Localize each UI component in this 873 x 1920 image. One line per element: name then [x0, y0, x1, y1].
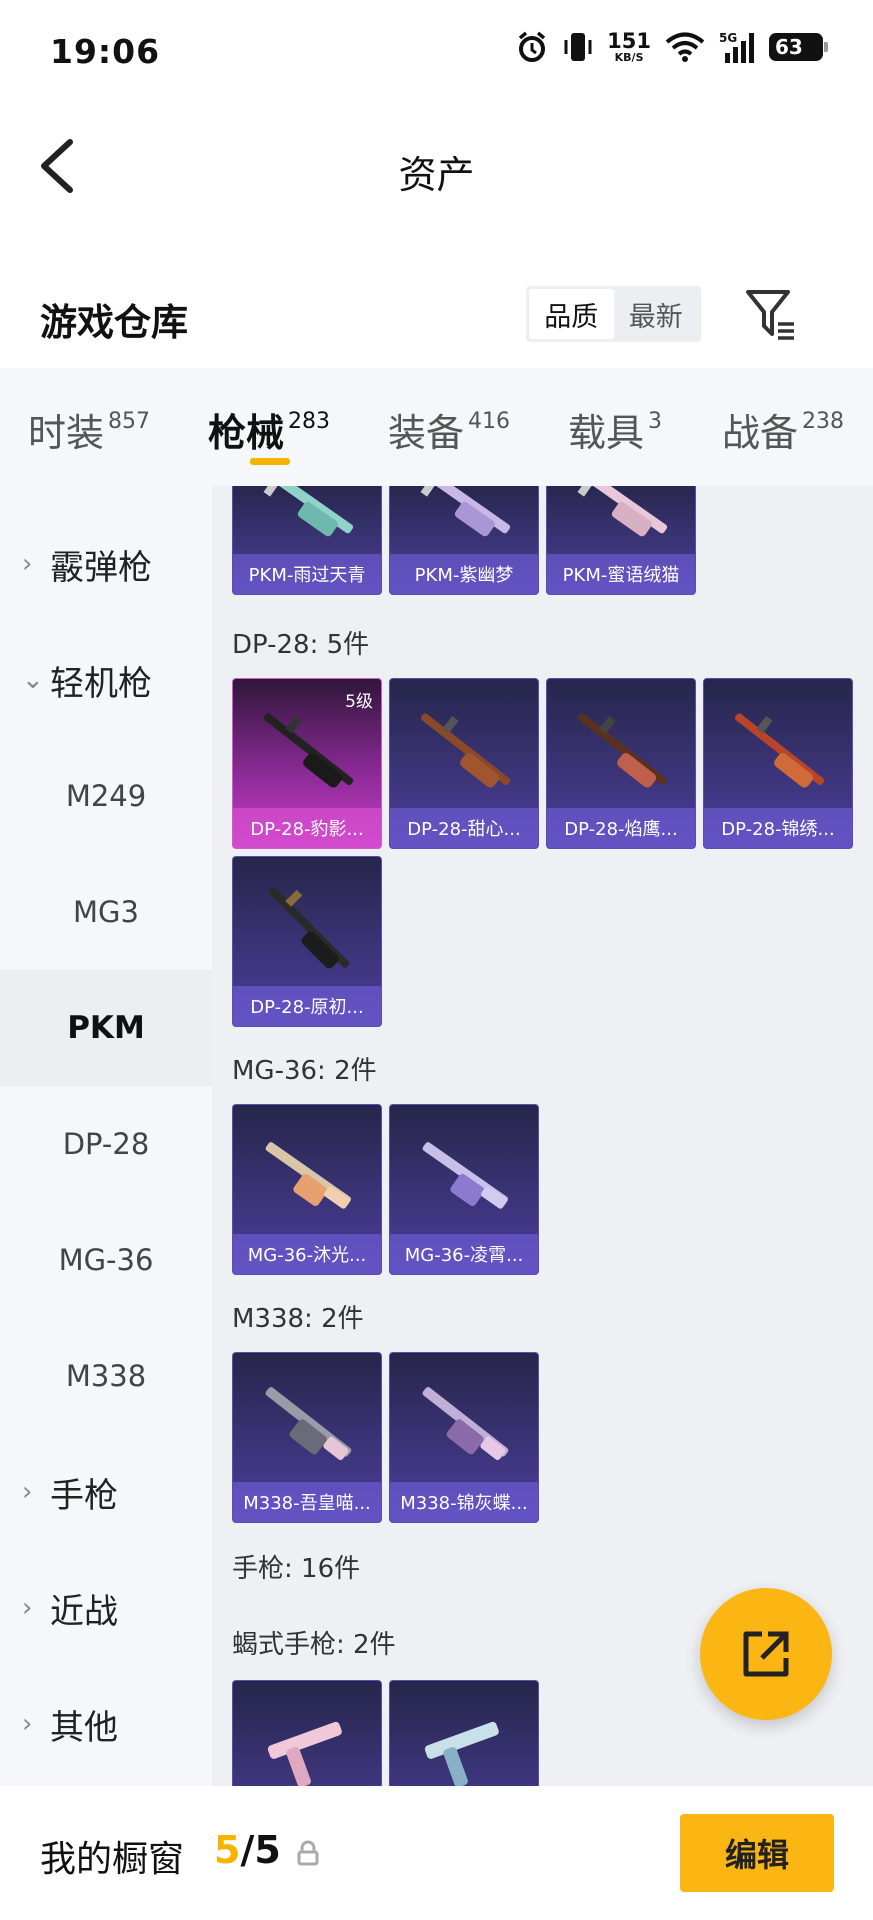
scorpion-row [232, 1680, 539, 1786]
weapon-card[interactable]: DP-28-锦绣... [703, 678, 853, 849]
sidebar-item-m338[interactable]: M338 [0, 1318, 212, 1434]
vibrate-icon [564, 33, 592, 61]
weapon-card[interactable]: MG-36-沐光... [232, 1104, 382, 1275]
sidebar-item-lmg[interactable]: ⌄ 轻机枪 [0, 622, 212, 738]
tab-supplies[interactable]: 战备 238 [722, 402, 844, 457]
gun-icon [421, 713, 511, 788]
svg-text:5G: 5G [719, 31, 737, 45]
section-title-dp28: DP-28: 5件 [232, 630, 370, 660]
weapon-card[interactable]: M338-锦灰蝶... [389, 1352, 539, 1523]
tab-fashion[interactable]: 时装 857 [28, 402, 150, 457]
weapon-card[interactable]: PKM-紫幽梦 [389, 486, 539, 595]
gun-icon [419, 486, 511, 537]
dp28-row-2: DP-28-原初... [232, 856, 382, 1027]
mg36-row: MG-36-沐光... MG-36-凌霄... [232, 1104, 539, 1275]
sidebar-item-pkm[interactable]: PKM [0, 970, 212, 1086]
warehouse-title: 游戏仓库 [40, 301, 188, 344]
share-button[interactable] [700, 1588, 832, 1720]
tab-equipment[interactable]: 装备 416 [388, 402, 510, 457]
section-title-mg36: MG-36: 2件 [232, 1056, 377, 1086]
filter-icon[interactable] [744, 286, 798, 342]
sidebar-item-mg3[interactable]: MG3 [0, 854, 212, 970]
sidebar-item-melee[interactable]: › 近战 [0, 1550, 212, 1666]
share-icon [743, 1631, 789, 1677]
gun-icon [422, 1142, 508, 1209]
dp28-row-1: 5级 DP-28-豹影... DP-28-甜心... DP-28-焰鹰... D… [232, 678, 853, 849]
sidebar-item-m249[interactable]: M249 [0, 738, 212, 854]
showcase-bar: 我的橱窗 5/5 编辑 [0, 1786, 873, 1920]
sort-quality[interactable]: 品质 [529, 289, 614, 339]
warehouse-header: 游戏仓库 品质 最新 [0, 270, 873, 365]
network-speed: 151 KB/S [607, 29, 651, 64]
weapon-card[interactable]: PKM-蜜语绒猫 [546, 486, 696, 595]
alarm-icon [519, 31, 546, 62]
lock-icon [297, 1840, 319, 1866]
chevron-right-icon: › [22, 1477, 33, 1507]
weapon-card[interactable]: DP-28-原初... [232, 856, 382, 1027]
gun-icon [264, 713, 354, 788]
gun-icon [268, 886, 350, 969]
gun-icon [576, 486, 668, 537]
gun-icon [265, 1142, 351, 1209]
gun-icon [265, 1387, 352, 1461]
sidebar-item-mg36[interactable]: MG-36 [0, 1202, 212, 1318]
battery-icon: 63 [769, 33, 828, 61]
sidebar-item-shotgun[interactable]: › 霰弹枪 [0, 506, 212, 622]
section-title-pistol: 手枪: 16件 [232, 1554, 361, 1584]
gun-icon [267, 1721, 342, 1786]
showcase-title: 我的橱窗 [40, 1839, 185, 1880]
page-title: 资产 [398, 153, 475, 197]
chevron-right-icon: › [22, 549, 33, 579]
status-time: 19:06 [50, 32, 161, 71]
signal-5g-icon: 5G [719, 31, 754, 63]
weapon-card[interactable] [389, 1680, 539, 1786]
section-title-scorpion: 蝎式手枪: 2件 [232, 1630, 396, 1660]
weapon-card[interactable]: DP-28-焰鹰... [546, 678, 696, 849]
weapon-card[interactable]: DP-28-甜心... [389, 678, 539, 849]
sidebar-item-pistol[interactable]: › 手枪 [0, 1434, 212, 1550]
status-icons: 151 KB/S 5G 63 [515, 29, 828, 64]
m338-row: M338-吾皇喵... M338-锦灰蝶... [232, 1352, 539, 1523]
weapon-card[interactable]: MG-36-凌霄... [389, 1104, 539, 1275]
sidebar-item-other[interactable]: › 其他 [0, 1666, 212, 1782]
gun-icon [262, 486, 354, 537]
nav-bar: 资产 [0, 100, 873, 230]
sort-toggle: 品质 最新 [526, 286, 701, 342]
weapon-sidebar: › 霰弹枪 ⌄ 轻机枪 M249 MG3 PKM DP-28 MG-36 M338 … [0, 486, 212, 1786]
weapon-card[interactable]: M338-吾皇喵... [232, 1352, 382, 1523]
weapon-card[interactable] [232, 1680, 382, 1786]
tab-firearms[interactable]: 枪械 283 [208, 402, 330, 457]
chevron-right-icon: › [22, 1709, 33, 1739]
weapon-card[interactable]: 5级 DP-28-豹影... [232, 678, 382, 849]
gun-icon [578, 713, 668, 788]
tab-active-indicator [250, 458, 290, 465]
page: 19:06 151 KB/S 5G 63 资产 游戏仓库 品质 最新 时装 857… [0, 0, 873, 1920]
sidebar-item-dp28[interactable]: DP-28 [0, 1086, 212, 1202]
chevron-down-icon: ⌄ [22, 665, 44, 695]
wifi-icon [665, 32, 705, 62]
gun-icon [424, 1721, 499, 1786]
showcase-count: 5/5 [214, 1828, 281, 1872]
weapon-card[interactable]: PKM-雨过天青 [232, 486, 382, 595]
section-title-m338: M338: 2件 [232, 1304, 364, 1334]
category-tabs: 时装 857 枪械 283 装备 416 载具 3 战备 238 [0, 368, 873, 486]
status-bar: 19:06 151 KB/S 5G 63 [0, 0, 873, 100]
gun-icon [422, 1387, 509, 1461]
pkm-row: PKM-雨过天青 PKM-紫幽梦 PKM-蜜语绒猫 [232, 486, 696, 595]
gun-icon [735, 713, 825, 788]
edit-button[interactable]: 编辑 [680, 1814, 834, 1892]
chevron-right-icon: › [22, 1593, 33, 1623]
sort-newest[interactable]: 最新 [614, 289, 699, 339]
tab-vehicles[interactable]: 载具 3 [568, 402, 662, 457]
